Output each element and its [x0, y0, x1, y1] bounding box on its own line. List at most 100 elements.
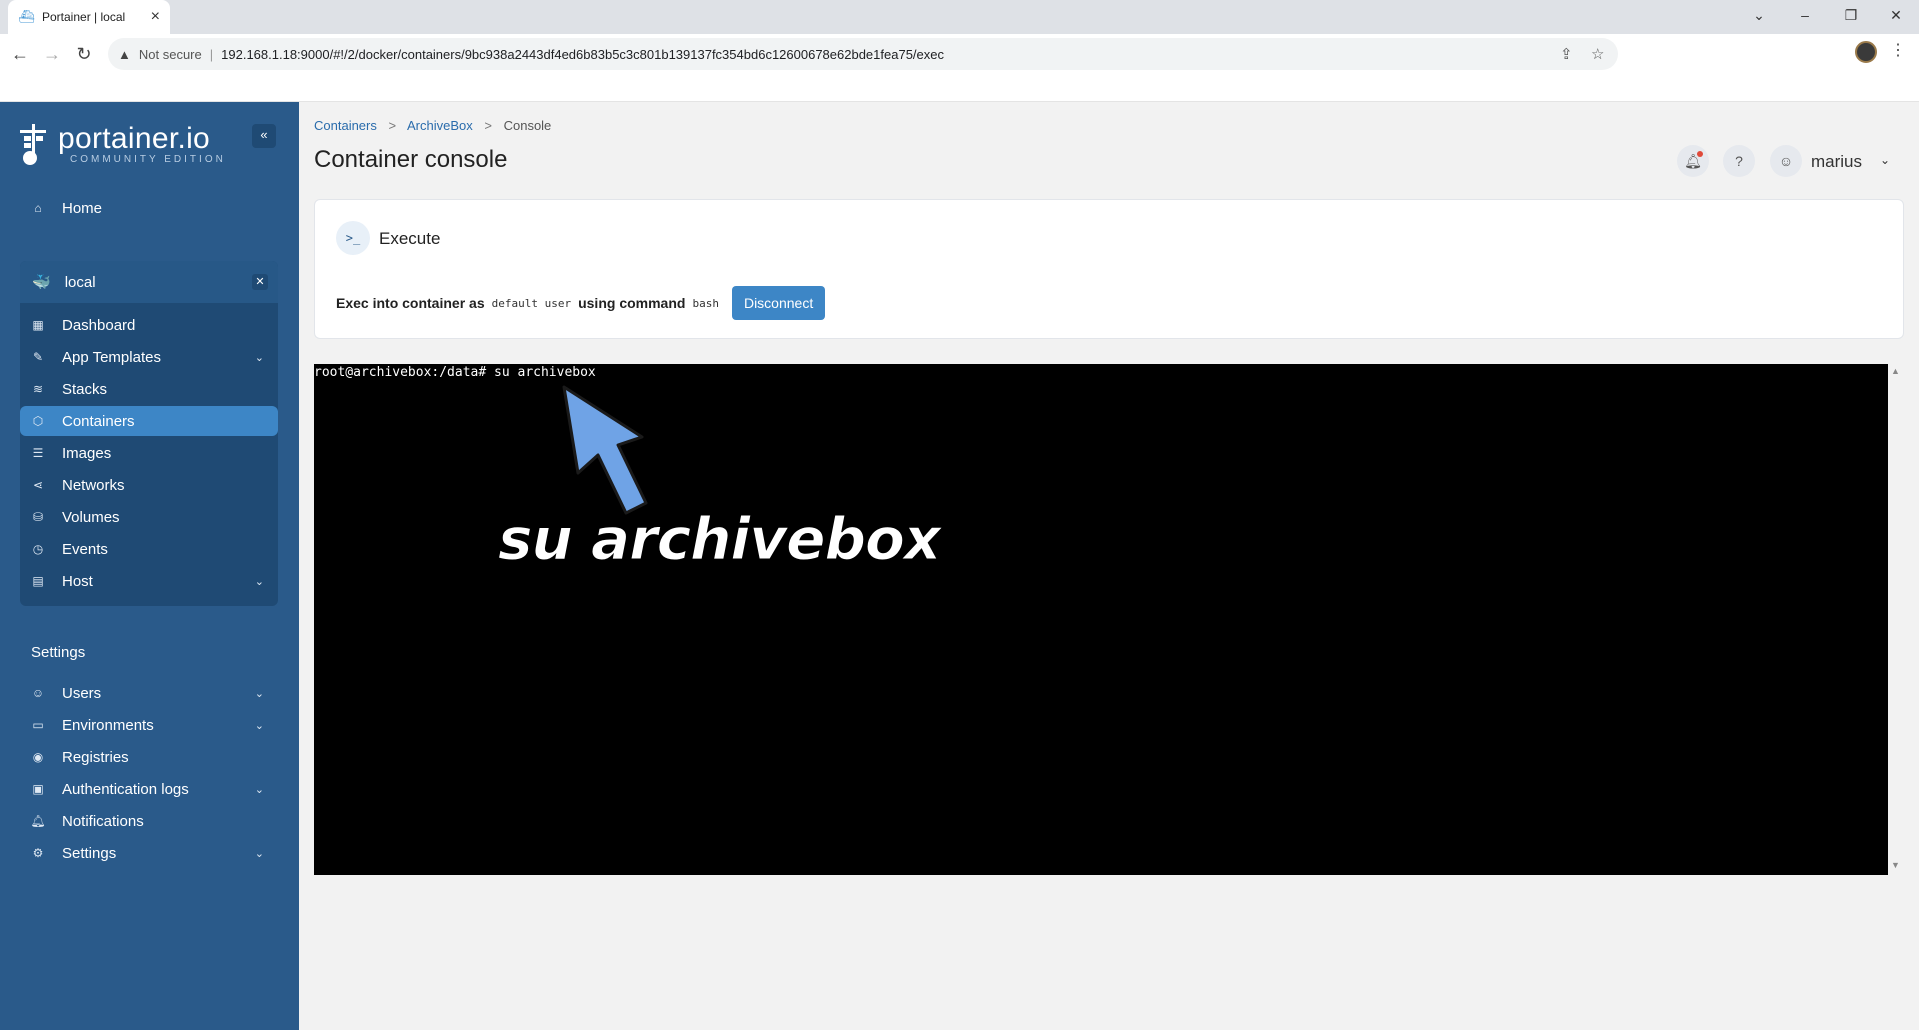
share-page-icon[interactable]: ⇪ [1560, 45, 1573, 63]
sidebar-item-authentication-logs[interactable]: ▣ Authentication logs ⌄ [20, 774, 278, 804]
settings-section-title: Settings [31, 644, 86, 661]
sidebar-item-users[interactable]: ☺ Users ⌄ [20, 678, 278, 708]
exec-command-label: using command [578, 295, 686, 311]
warning-icon: ▲ [118, 46, 131, 62]
address-separator: | [209, 46, 214, 62]
sidebar-item-label: Dashboard [62, 316, 136, 334]
portainer-crane-icon [20, 124, 46, 165]
terminal-icon: >_ [336, 221, 370, 255]
profile-avatar[interactable] [1855, 41, 1877, 63]
user-avatar-button[interactable]: ☺ [1770, 145, 1802, 177]
reload-icon[interactable]: ↻ [70, 40, 98, 68]
sidebar-item-label: Stacks [62, 380, 108, 398]
sidebar-item-label: Host [62, 572, 93, 590]
execute-panel: >_ Execute Exec into container as defaul… [314, 199, 1904, 339]
back-icon[interactable]: ← [6, 40, 34, 68]
exec-info: Exec into container as default user usin… [336, 286, 826, 320]
close-tab-icon[interactable]: × [151, 8, 160, 26]
page-title: Container console [314, 146, 508, 173]
logo-edition: COMMUNITY EDITION [70, 153, 226, 165]
sidebar-item-label: Authentication logs [62, 780, 189, 798]
breadcrumb-containers[interactable]: Containers [314, 118, 377, 133]
exec-prefix: Exec into container as [336, 295, 485, 311]
chevron-down-icon[interactable]: ⌄ [1880, 153, 1890, 167]
sidebar-item-label: Settings [62, 844, 117, 862]
browser-tab-bar: ⛴ Portainer | local × ⌄ – ❐ ✕ [0, 0, 1919, 34]
sidebar-item-containers[interactable]: ⬡ Containers [20, 406, 278, 436]
sidebar-item-label: Notifications [62, 812, 144, 830]
sidebar-item-stacks[interactable]: ≋ Stacks [20, 374, 278, 404]
annotation-text: su archivebox [497, 505, 941, 574]
database-icon: ⛁ [32, 510, 44, 524]
chevron-down-icon[interactable]: ⌄ [255, 719, 264, 732]
help-icon: ? [1735, 153, 1743, 169]
browser-tab[interactable]: ⛴ Portainer | local × [8, 0, 170, 34]
sidebar-item-label: Networks [62, 476, 125, 494]
sidebar-item-label: Environments [62, 716, 154, 734]
address-bar[interactable]: ▲ Not secure | 192.168.1.18:9000/#!/2/do… [108, 38, 1618, 70]
sidebar-item-home[interactable]: ⌂ Home [20, 193, 278, 223]
sidebar-item-label: Images [62, 444, 112, 462]
not-secure-label: Not secure [138, 46, 202, 62]
browser-toolbar: ← → ↻ ▲ Not secure | 192.168.1.18:9000/#… [0, 34, 1919, 102]
scroll-down-icon[interactable]: ▼ [1891, 860, 1900, 870]
chevron-down-icon[interactable]: ⌄ [255, 575, 264, 588]
sidebar-item-dashboard[interactable]: ▦ Dashboard [20, 310, 278, 340]
gear-icon: ⚙ [32, 846, 44, 860]
bell-icon: 🔔︎ [30, 814, 46, 828]
tab-title: Portainer | local [42, 10, 126, 24]
sidebar-item-registries[interactable]: ◉ Registries [20, 742, 278, 772]
notifications-button[interactable]: 🔔︎ [1677, 145, 1709, 177]
bookmark-star-icon[interactable]: ☆ [1591, 45, 1604, 63]
sidebar-item-networks[interactable]: ⋖ Networks [20, 470, 278, 500]
help-button[interactable]: ? [1723, 145, 1755, 177]
file-icon: ▣ [32, 782, 44, 796]
user-name[interactable]: marius [1811, 152, 1862, 172]
box-icon: ⬡ [32, 414, 44, 428]
sidebar-item-label: Events [62, 540, 108, 558]
exec-command: bash [692, 296, 719, 310]
sidebar-item-environments[interactable]: ▭ Environments ⌄ [20, 710, 278, 740]
chevron-down-icon[interactable]: ⌄ [255, 847, 264, 860]
restore-icon[interactable]: ❐ [1828, 0, 1874, 30]
breadcrumb: Containers > ArchiveBox > Console [314, 118, 551, 133]
breadcrumb-console: Console [503, 118, 552, 133]
browser-menu-icon[interactable]: ⋮ [1890, 40, 1906, 60]
portainer-favicon-icon: ⛴ [18, 9, 35, 24]
sidebar: portainer.io COMMUNITY EDITION « ⌂ Home … [0, 102, 299, 1030]
panel-title: Execute [379, 229, 441, 248]
breadcrumb-archivebox[interactable]: ArchiveBox [407, 118, 473, 133]
chevron-down-icon[interactable]: ⌄ [255, 351, 264, 364]
environment-header: 🐳 local ✕ [20, 261, 278, 303]
chevron-down-icon[interactable]: ⌄ [255, 687, 264, 700]
url-text: 192.168.1.18:9000/#!/2/docker/containers… [221, 46, 944, 62]
close-environment-button[interactable]: ✕ [252, 274, 268, 290]
minimize-icon[interactable]: – [1782, 0, 1828, 30]
sidebar-item-settings[interactable]: ⚙ Settings ⌄ [20, 838, 278, 868]
scroll-up-icon[interactable]: ▲ [1891, 366, 1900, 376]
sidebar-item-label: Home [62, 199, 103, 217]
annotation-arrow-icon [562, 385, 648, 515]
forward-icon[interactable]: → [38, 40, 66, 68]
chevron-down-icon[interactable]: ⌄ [255, 783, 264, 796]
window-close-icon[interactable]: ✕ [1873, 0, 1919, 30]
collapse-sidebar-button[interactable]: « [252, 124, 276, 148]
portainer-logo[interactable]: portainer.io COMMUNITY EDITION [18, 122, 226, 166]
hard-drive-icon: ▭ [32, 718, 44, 732]
disconnect-button[interactable]: Disconnect [731, 286, 826, 320]
sidebar-item-label: Containers [62, 412, 135, 430]
sidebar-item-label: App Templates [62, 348, 161, 366]
tab-search-icon[interactable]: ⌄ [1736, 0, 1782, 30]
sidebar-item-volumes[interactable]: ⛁ Volumes [20, 502, 278, 532]
sidebar-item-app-templates[interactable]: ✎ App Templates ⌄ [20, 342, 278, 372]
sidebar-item-events[interactable]: ◷ Events [20, 534, 278, 564]
sidebar-item-notifications[interactable]: 🔔︎ Notifications [20, 806, 278, 836]
sidebar-item-images[interactable]: ☰ Images [20, 438, 278, 468]
dashboard-icon: ▦ [32, 318, 44, 332]
sidebar-item-host[interactable]: ▤ Host ⌄ [20, 566, 278, 596]
breadcrumb-separator: > [388, 118, 397, 133]
exec-user: default user [491, 296, 572, 310]
users-icon: ☺ [31, 686, 45, 700]
edit-icon: ✎ [32, 350, 44, 364]
list-icon: ☰ [32, 446, 44, 460]
